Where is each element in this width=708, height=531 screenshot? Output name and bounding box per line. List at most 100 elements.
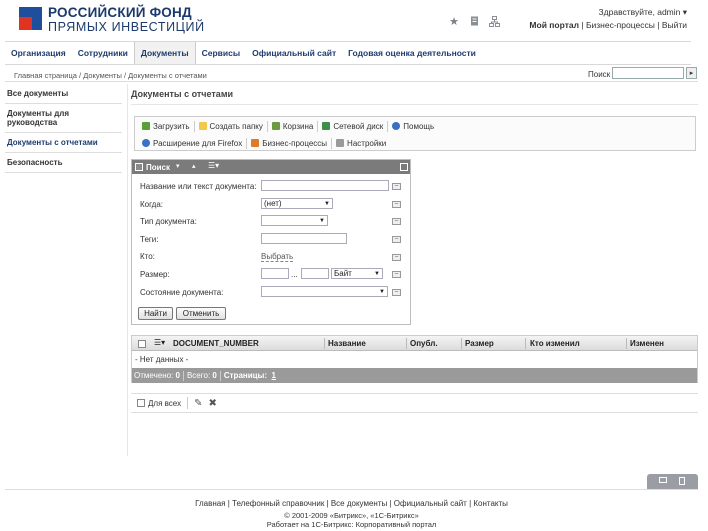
toolbar-row-1: Загрузить Создать папку Корзина Сетевой … (138, 118, 438, 134)
sidebar-item-report-documents[interactable]: Документы с отчетами (5, 133, 122, 153)
page-title: Документы с отчетами (131, 89, 234, 99)
select-all-checkbox[interactable] (138, 340, 146, 348)
top-nav: Организация Сотрудники Документы Сервисы… (5, 41, 691, 65)
footer-link-contacts[interactable]: Контакты (473, 499, 508, 508)
footer-link-home[interactable]: Главная (195, 499, 225, 508)
network-disk-button[interactable]: Сетевой диск (318, 120, 389, 132)
footer-separator (182, 370, 184, 381)
filter-size-remove-icon[interactable]: – (392, 271, 401, 278)
filter-state-select[interactable] (261, 286, 388, 297)
filter-collapse-checkbox[interactable] (135, 163, 143, 171)
trash-button[interactable]: Корзина (268, 120, 319, 132)
link-sep: | (657, 20, 660, 30)
filter-type-select[interactable] (261, 215, 328, 226)
column-published[interactable]: Опубл. (410, 339, 438, 348)
filter-menu-icon[interactable]: ▾ (176, 162, 180, 170)
filter-who-label: Кто: (140, 252, 155, 261)
divider (5, 81, 698, 82)
link-sep: | (581, 20, 584, 30)
filter-size-to-input[interactable] (301, 268, 329, 279)
filter-size-unit-select[interactable]: Байт (331, 268, 383, 279)
pencil-icon[interactable]: ✎ (194, 398, 202, 409)
bizproc-button[interactable]: Бизнес-процессы (247, 137, 333, 149)
filter-who-remove-icon[interactable]: – (392, 254, 401, 261)
create-folder-label: Создать папку (209, 121, 263, 131)
page-link[interactable]: 1 (272, 371, 276, 380)
nav-annual-review[interactable]: Годовая оценка деятельности (342, 42, 482, 64)
sidebar: Все документы Документы для руководства … (5, 84, 122, 173)
breadcrumb[interactable]: Главная страница / Документы / Документы… (14, 71, 207, 80)
footer-powered: Работает на 1С-Битрикс: Корпоративный по… (266, 520, 437, 529)
filter-tags-input[interactable] (261, 233, 347, 244)
filter-header: Поиск ▾ ▴ ☰▾ (132, 160, 410, 174)
sidebar-item-all-documents[interactable]: Все документы (5, 84, 122, 104)
filter-when-select[interactable]: (нет) (261, 198, 333, 209)
info-icon[interactable] (679, 477, 685, 485)
search-input[interactable] (612, 67, 684, 79)
column-separator (461, 338, 462, 349)
toolbar: Загрузить Создать папку Корзина Сетевой … (134, 116, 696, 151)
firefox-extension-button[interactable]: Расширение для Firefox (138, 137, 248, 149)
column-modified-by[interactable]: Кто изменил (530, 339, 580, 348)
filter-type-remove-icon[interactable]: – (392, 218, 401, 225)
filter-name-input[interactable] (261, 180, 389, 191)
sidebar-item-management-documents[interactable]: Документы для руководства (5, 104, 122, 133)
footer-toolbar-tab (647, 474, 698, 489)
footer-copyright: © 2001-2009 «Битрикс», «1С-Битрикс» (284, 511, 419, 520)
filter-list-icon[interactable]: ☰▾ (208, 161, 219, 170)
filter-type-label: Тип документа: (140, 217, 197, 226)
column-size[interactable]: Размер (465, 339, 494, 348)
column-modified[interactable]: Изменен (630, 339, 664, 348)
column-document-number[interactable]: DOCUMENT_NUMBER (173, 339, 259, 348)
footer-links: Главная | Телефонный справочник | Все до… (195, 499, 508, 508)
divider (127, 84, 128, 456)
search-go-button[interactable]: ▸ (686, 67, 697, 79)
nav-documents[interactable]: Документы (133, 42, 196, 64)
logout-link[interactable]: Выйти (662, 20, 687, 30)
settings-icon (336, 139, 345, 147)
settings-button[interactable]: Настройки (332, 138, 390, 149)
toolbar-row-2: Расширение для Firefox Бизнес-процессы Н… (138, 135, 390, 151)
cross-icon[interactable]: ✖ (208, 398, 216, 409)
for-all-checkbox[interactable] (137, 399, 145, 407)
footer-link-phonebook[interactable]: Телефонный справочник (232, 499, 324, 508)
document-icon[interactable] (468, 15, 480, 27)
footer-link-official-site[interactable]: Официальный сайт (394, 499, 467, 508)
network-disk-label: Сетевой диск (333, 121, 384, 131)
filter-up-icon[interactable]: ▴ (192, 162, 196, 170)
filter-when-remove-icon[interactable]: – (392, 201, 401, 208)
folder-icon (198, 122, 207, 130)
filter-size-from-input[interactable] (261, 268, 289, 279)
monitor-icon[interactable] (659, 477, 667, 483)
help-label: Помощь (403, 121, 435, 131)
divider (187, 397, 189, 409)
help-button[interactable]: Помощь (388, 121, 438, 132)
my-portal-link[interactable]: Мой портал (529, 20, 579, 30)
filter-who-link[interactable]: Выбрать (261, 252, 294, 262)
filter-tags-remove-icon[interactable]: – (392, 236, 401, 243)
marked-count: 0 (175, 371, 180, 380)
nav-services[interactable]: Сервисы (196, 42, 247, 64)
upload-button[interactable]: Загрузить (138, 120, 195, 132)
logo-line2: ПРЯМЫХ ИНВЕСТИЦИЙ (48, 20, 205, 34)
bizproc-link[interactable]: Бизнес-процессы (586, 20, 655, 30)
column-name[interactable]: Название (328, 339, 366, 348)
network-icon[interactable] (488, 15, 500, 27)
nav-employees[interactable]: Сотрудники (72, 42, 134, 64)
filter-name-remove-icon[interactable]: – (392, 183, 401, 190)
create-folder-button[interactable]: Создать папку (195, 120, 268, 132)
bizproc-icon (251, 139, 260, 147)
nav-official-site[interactable]: Официальный сайт (246, 42, 342, 64)
grid-menu-icon[interactable]: ☰▾ (154, 338, 165, 347)
filter-minimize-icon[interactable] (400, 163, 408, 171)
find-button[interactable]: Найти (138, 307, 173, 320)
trash-icon (271, 122, 280, 130)
star-icon[interactable]: ★ (448, 15, 460, 28)
filter-state-remove-icon[interactable]: – (392, 289, 401, 296)
footer-link-all-documents[interactable]: Все документы (331, 499, 387, 508)
nav-organization[interactable]: Организация (5, 42, 72, 64)
cancel-button[interactable]: Отменить (176, 307, 226, 320)
user-menu[interactable]: Здравствуйте, admin ▾ (599, 7, 687, 18)
sidebar-item-security[interactable]: Безопасность (5, 153, 122, 173)
column-separator (406, 338, 407, 349)
